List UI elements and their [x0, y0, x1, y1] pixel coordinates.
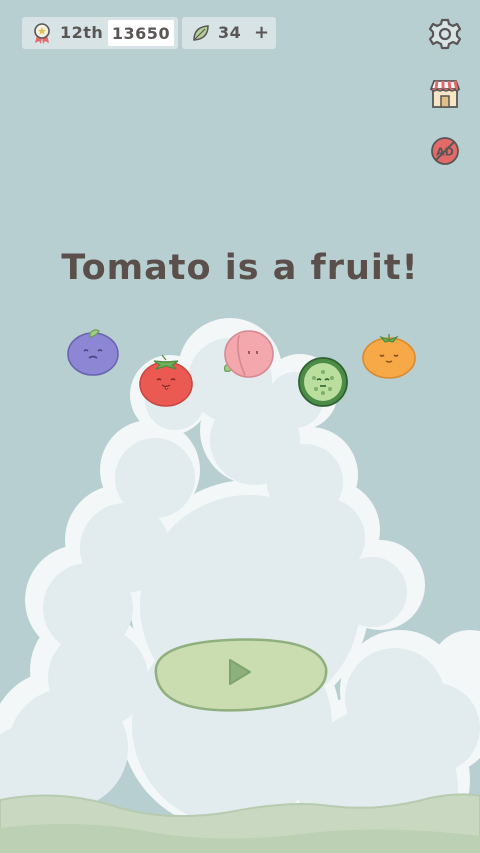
orange-icon — [362, 334, 416, 379]
background-scene — [0, 318, 480, 853]
leaf-counter-panel: 34 + — [182, 17, 276, 49]
play-button[interactable] — [148, 634, 330, 714]
rank-score-panel: 12th 13650 — [22, 17, 178, 49]
settings-button[interactable] — [428, 17, 462, 51]
leaf-count: 34 — [218, 23, 242, 42]
blueberry-icon — [67, 329, 119, 376]
score-box: 13650 — [108, 20, 174, 46]
shop-icon — [429, 80, 461, 108]
cucumber-icon — [298, 357, 348, 407]
no-ads-icon: AD — [431, 137, 459, 165]
page-title: Tomato is a fruit! — [61, 248, 419, 288]
shop-button[interactable] — [428, 77, 462, 111]
no-ads-button[interactable]: AD — [428, 134, 462, 168]
add-leaves-button[interactable]: + — [254, 22, 270, 43]
medal-icon — [31, 22, 53, 44]
rank-text: 12th — [60, 23, 104, 42]
peach-icon — [224, 330, 274, 378]
tomato-icon — [139, 354, 193, 407]
cloud-bank — [0, 318, 480, 853]
score-text: 13650 — [111, 23, 171, 43]
leaf-icon — [191, 23, 211, 43]
gear-icon — [428, 18, 462, 50]
